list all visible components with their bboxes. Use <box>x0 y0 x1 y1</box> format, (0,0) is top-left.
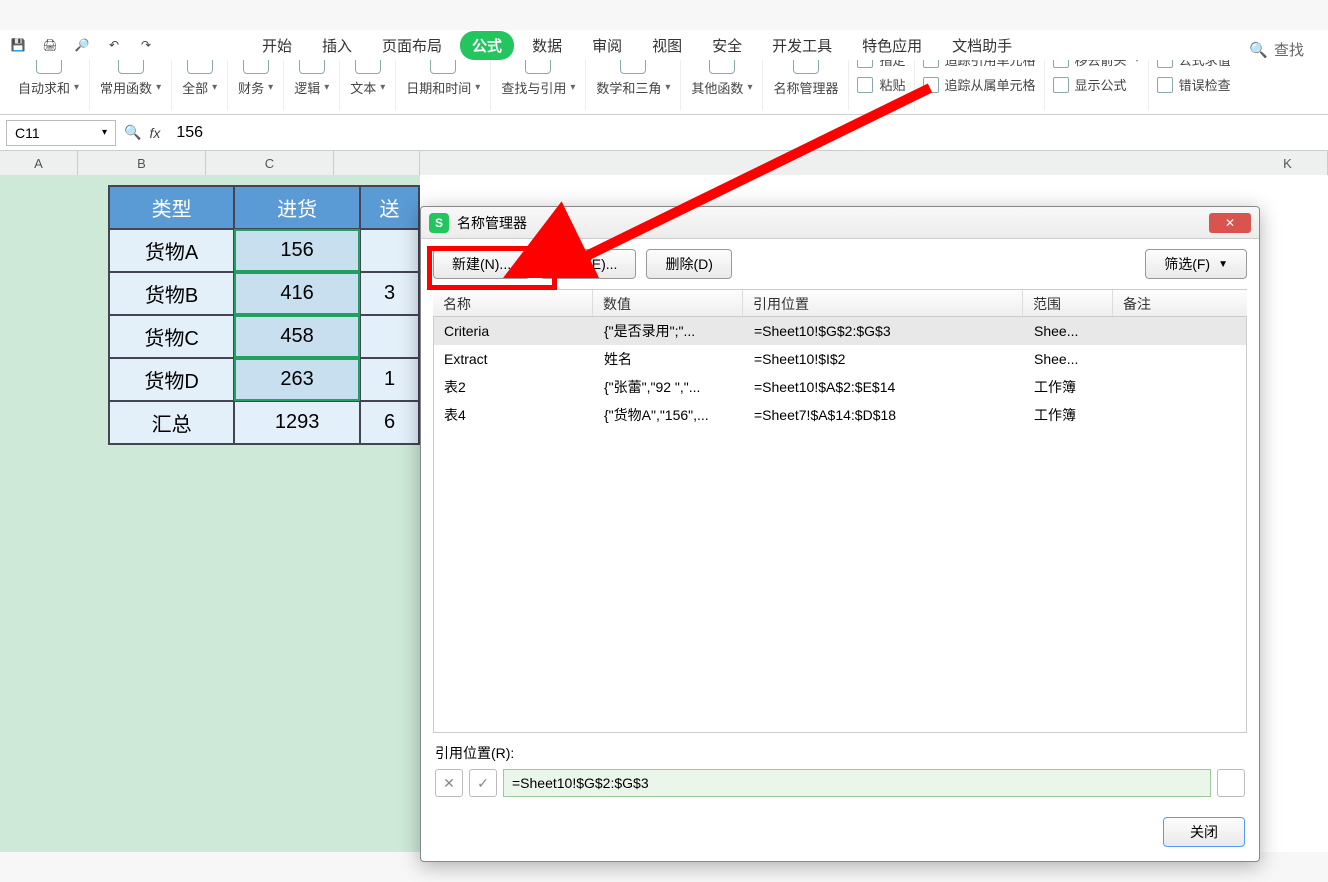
formula-bar: C11▾ 🔍 fx <box>0 115 1328 151</box>
trace-out-icon <box>923 77 939 93</box>
close-button[interactable]: 关闭 <box>1163 817 1245 847</box>
ref-input[interactable] <box>503 769 1211 797</box>
cell-b6[interactable]: 汇总 <box>109 401 234 444</box>
col-name-header[interactable]: 名称 <box>433 290 593 316</box>
column-headers: A B C <box>0 151 420 175</box>
tab-view[interactable]: 视图 <box>640 31 694 60</box>
formula-input[interactable] <box>168 120 1322 146</box>
dialog-titlebar: S 名称管理器 ✕ <box>421 207 1259 239</box>
cell-c4[interactable]: 458 <box>234 315 360 358</box>
th-type[interactable]: 类型 <box>109 186 234 229</box>
col-header-c[interactable]: C <box>206 151 334 175</box>
left-sheet: A B C 类型 进货 送 货物A156 货物B4163 货物C458 货物D2… <box>0 151 420 852</box>
col-ref-header[interactable]: 引用位置 <box>743 290 1023 316</box>
tab-formula[interactable]: 公式 <box>460 31 514 60</box>
th-out[interactable]: 送 <box>360 186 419 229</box>
ribbon-paste[interactable]: 粘贴 <box>857 75 905 94</box>
col-scope-header[interactable]: 范围 <box>1023 290 1113 316</box>
tab-data[interactable]: 数据 <box>520 31 574 60</box>
col-header-k[interactable]: K <box>1248 151 1328 175</box>
cell-b3[interactable]: 货物B <box>109 272 234 315</box>
dialog-list: Criteria {"是否录用";"... =Sheet10!$G$2:$G$3… <box>433 317 1247 733</box>
col-value-header[interactable]: 数值 <box>593 290 743 316</box>
th-in[interactable]: 进货 <box>234 186 360 229</box>
search-label: 查找 <box>1274 39 1304 60</box>
new-button[interactable]: 新建(N)... <box>433 249 530 279</box>
dialog-ref-section: 引用位置(R): ✕ ✓ <box>421 733 1259 807</box>
dialog-title: 名称管理器 <box>457 213 527 233</box>
zoom-icon[interactable]: 🔍 <box>124 124 141 141</box>
dialog-footer: 关闭 <box>421 807 1259 861</box>
cell-b4[interactable]: 货物C <box>109 315 234 358</box>
dialog-toolbar: 新建(N)... 编辑(E)... 删除(D) 筛选(F)▼ <box>421 239 1259 289</box>
tab-devtools[interactable]: 开发工具 <box>760 31 844 60</box>
tab-special[interactable]: 特色应用 <box>850 31 934 60</box>
ref-confirm-button[interactable]: ✓ <box>469 769 497 797</box>
ribbon-error-check[interactable]: 错误检查 <box>1157 75 1231 94</box>
show-fx-icon <box>1053 77 1069 93</box>
list-row-table4[interactable]: 表4 {"货物A","156",... =Sheet7!$A$14:$D$18 … <box>434 401 1246 429</box>
ref-cancel-button[interactable]: ✕ <box>435 769 463 797</box>
list-row-table2[interactable]: 表2 {"张蕾","92 ","... =Sheet10!$A$2:$E$14 … <box>434 373 1246 401</box>
wps-logo-icon: S <box>429 213 449 233</box>
col-header-d[interactable] <box>334 151 420 175</box>
ribbon-trace-dependents[interactable]: 追踪从属单元格 <box>923 75 1036 94</box>
filter-button[interactable]: 筛选(F)▼ <box>1145 249 1247 279</box>
edit-button[interactable]: 编辑(E)... <box>540 249 636 279</box>
chevron-down-icon: ▾ <box>102 127 107 138</box>
cell-d4[interactable] <box>360 315 419 358</box>
error-icon <box>1157 77 1173 93</box>
tab-insert[interactable]: 插入 <box>310 31 364 60</box>
ribbon-show-formula[interactable]: 显示公式 <box>1053 75 1140 94</box>
data-table: 类型 进货 送 货物A156 货物B4163 货物C458 货物D2631 汇总… <box>108 185 420 445</box>
search-icon: 🔍 <box>1249 41 1268 59</box>
qa-undo-icon[interactable]: ↶ <box>104 35 124 55</box>
cell-c6[interactable]: 1293 <box>234 401 360 444</box>
tab-start[interactable]: 开始 <box>250 31 304 60</box>
dialog-close-button[interactable]: ✕ <box>1209 213 1251 233</box>
col-header-a[interactable]: A <box>0 151 78 175</box>
cell-d5[interactable]: 1 <box>360 358 419 401</box>
qa-save-icon[interactable]: 💾 <box>8 35 28 55</box>
col-header-b[interactable]: B <box>78 151 206 175</box>
cell-b5[interactable]: 货物D <box>109 358 234 401</box>
search-box[interactable]: 🔍 查找 <box>1249 39 1324 60</box>
cell-d6[interactable]: 6 <box>360 401 419 444</box>
qa-redo-icon[interactable]: ↷ <box>136 35 156 55</box>
chevron-down-icon: ▼ <box>1218 259 1228 270</box>
cell-c3[interactable]: 416 <box>234 272 360 315</box>
delete-button[interactable]: 删除(D) <box>646 249 731 279</box>
tab-security[interactable]: 安全 <box>700 31 754 60</box>
dialog-list-header: 名称 数值 引用位置 范围 备注 <box>433 289 1247 317</box>
range-picker-button[interactable] <box>1217 769 1245 797</box>
qa-preview-icon[interactable]: 🔎 <box>72 35 92 55</box>
ref-label: 引用位置(R): <box>435 743 1245 763</box>
tab-review[interactable]: 审阅 <box>580 31 634 60</box>
cell-d3[interactable]: 3 <box>360 272 419 315</box>
qa-print-icon[interactable]: 🖨 <box>40 35 60 55</box>
list-row-extract[interactable]: Extract 姓名 =Sheet10!$I$2 Shee... <box>434 345 1246 373</box>
paste-icon <box>857 77 873 93</box>
fx-label[interactable]: fx <box>149 125 160 141</box>
name-box[interactable]: C11▾ <box>6 120 116 146</box>
cell-c2[interactable]: 156 <box>234 229 360 272</box>
cell-c5[interactable]: 263 <box>234 358 360 401</box>
col-note-header[interactable]: 备注 <box>1113 290 1247 316</box>
tab-layout[interactable]: 页面布局 <box>370 31 454 60</box>
name-manager-dialog: S 名称管理器 ✕ 新建(N)... 编辑(E)... 删除(D) 筛选(F)▼… <box>420 206 1260 862</box>
cell-b2[interactable]: 货物A <box>109 229 234 272</box>
quick-access: 💾 🖨 🔎 ↶ ↷ <box>0 30 240 60</box>
list-row-criteria[interactable]: Criteria {"是否录用";"... =Sheet10!$G$2:$G$3… <box>434 317 1246 345</box>
cell-d2[interactable] <box>360 229 419 272</box>
tab-dochelper[interactable]: 文档助手 <box>940 31 1024 60</box>
